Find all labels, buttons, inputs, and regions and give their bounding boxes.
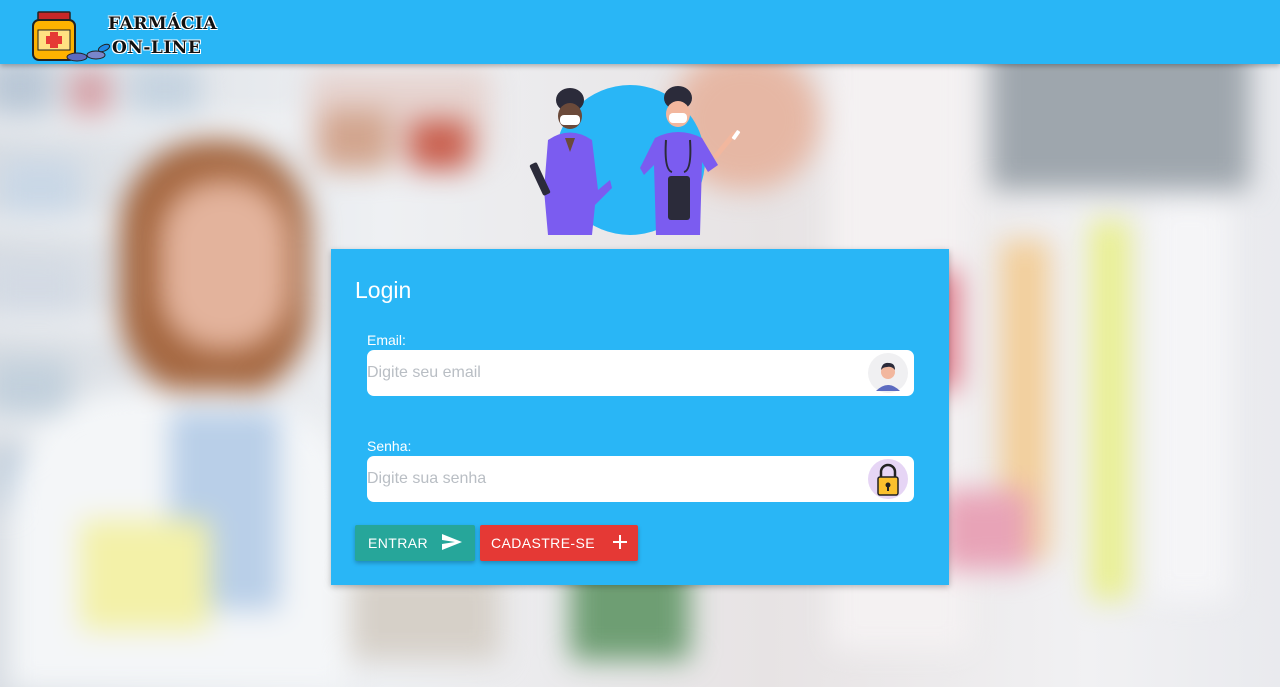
login-card: Login Email: Senha: ENTRAR CADASTRE-SE [331,249,949,585]
register-button[interactable]: CADASTRE-SE [480,525,638,561]
top-navbar: FARMÁCIA ON-LINE [0,0,1280,64]
password-label: Senha: [367,438,412,454]
enter-button[interactable]: ENTRAR [355,525,475,561]
password-input[interactable] [367,456,857,502]
register-button-label: CADASTRE-SE [491,535,595,551]
logo-text-line1: FARMÁCIA [108,14,218,34]
nurses-illustration [529,85,741,235]
email-label: Email: [367,332,406,348]
email-input[interactable] [367,350,857,396]
enter-button-label: ENTRAR [368,535,428,551]
send-icon [441,533,462,553]
login-title: Login [355,277,412,303]
brand-logo[interactable]: FARMÁCIA ON-LINE [30,8,217,64]
logo-text-line2: ON-LINE [112,38,202,58]
plus-icon [612,534,627,552]
password-field-wrapper [367,456,914,502]
email-field-wrapper [367,350,914,396]
user-avatar-icon [868,353,908,393]
padlock-icon [868,459,908,499]
